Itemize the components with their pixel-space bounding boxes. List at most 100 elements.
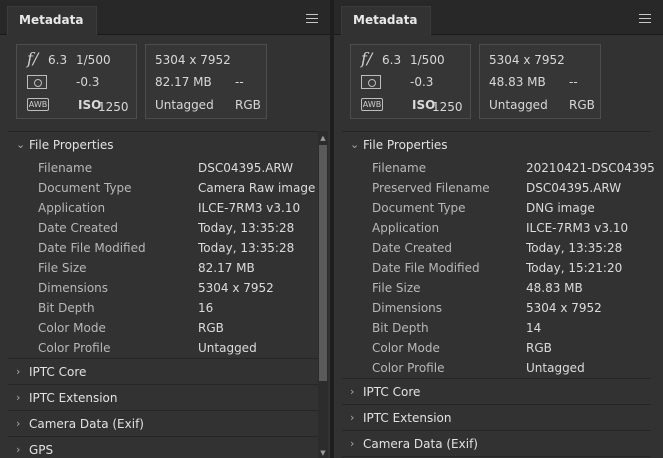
chevron-right-icon: › xyxy=(350,411,355,424)
section-title: GPS xyxy=(29,443,54,457)
section-title: Camera Data (Exif) xyxy=(363,437,478,451)
section-title: IPTC Core xyxy=(363,385,421,399)
property-value: RGB xyxy=(198,321,224,335)
property-label: File Size xyxy=(372,281,421,295)
property-label: Color Mode xyxy=(372,341,440,355)
property-value: RGB xyxy=(526,341,552,355)
profile-tag-status: Untagged xyxy=(155,98,214,112)
property-value: ILCE-7RM3 v3.10 xyxy=(526,221,629,235)
property-value: Untagged xyxy=(198,341,257,355)
vertical-scrollbar[interactable]: ▲ ▼ xyxy=(318,131,328,458)
section-file-properties[interactable]: ⌄ File Properties xyxy=(342,132,651,158)
section-iptc-extension[interactable]: › IPTC Extension xyxy=(342,405,651,431)
property-label: Bit Depth xyxy=(38,301,95,315)
property-row: Document Type Camera Raw image xyxy=(8,178,318,198)
camera-settings-box: f/ 6.3 1/500 -0.3 AWB ISO 1250 xyxy=(350,44,471,119)
color-mode-value: RGB xyxy=(569,98,595,112)
metadata-panel-left: Metadata f/ 6.3 1/500 -0.3 AWB ISO 1250 … xyxy=(0,0,330,458)
property-label: Preserved Filename xyxy=(372,181,490,195)
image-dimensions: 5304 x 7952 xyxy=(489,53,565,67)
property-value: DSC04395.ARW xyxy=(526,181,622,195)
section-title: File Properties xyxy=(29,138,114,152)
shutter-speed: 1/500 xyxy=(76,53,111,67)
panel-menu-icon[interactable] xyxy=(639,14,651,23)
image-file-size: 48.83 MB xyxy=(489,75,546,89)
chevron-down-icon: ⌄ xyxy=(16,138,26,151)
scroll-up-icon[interactable]: ▲ xyxy=(318,133,328,143)
chevron-right-icon: › xyxy=(16,443,21,456)
property-label: Date File Modified xyxy=(372,261,480,275)
section-iptc-core[interactable]: › IPTC Core xyxy=(8,359,318,385)
aperture-icon: f/ xyxy=(27,49,39,68)
panel-header: Metadata xyxy=(0,0,330,35)
property-label: Bit Depth xyxy=(372,321,429,335)
property-row: Color Profile Untagged xyxy=(8,338,318,358)
section-iptc-core[interactable]: › IPTC Core xyxy=(342,379,651,405)
property-row: Dimensions 5304 x 7952 xyxy=(8,278,318,298)
property-label: Application xyxy=(38,201,106,215)
panel-menu-icon[interactable] xyxy=(306,14,318,23)
file-info-box: 5304 x 7952 48.83 MB -- Untagged RGB xyxy=(479,44,601,119)
property-label: Document Type xyxy=(38,181,132,195)
section-iptc-extension[interactable]: › IPTC Extension xyxy=(8,385,318,411)
property-label: Dimensions xyxy=(38,281,109,295)
property-value: 14 xyxy=(526,321,542,335)
metadata-panel-right: Metadata f/ 6.3 1/500 -0.3 AWB ISO 1250 … xyxy=(334,0,663,458)
property-value: 5304 x 7952 xyxy=(526,301,602,315)
metadata-content: ⌄ File Properties Filename 20210421-DSC04… xyxy=(342,131,655,458)
aperture-value: 6.3 xyxy=(48,53,68,67)
section-file-properties[interactable]: ⌄ File Properties xyxy=(8,132,318,158)
property-row: Bit Depth 14 xyxy=(342,318,651,338)
property-value: 48.83 MB xyxy=(526,281,583,295)
metadata-content: ⌄ File Properties Filename DSC04395.ARW D… xyxy=(8,131,318,458)
property-label: Color Profile xyxy=(372,361,445,375)
property-label: Date Created xyxy=(372,241,452,255)
property-row: Preserved Filename DSC04395.ARW xyxy=(342,178,651,198)
property-row: Color Mode RGB xyxy=(8,318,318,338)
property-label: Dimensions xyxy=(372,301,443,315)
property-value: Today, 13:35:28 xyxy=(198,241,295,255)
metering-icon xyxy=(27,75,47,89)
section-camera-data[interactable]: › Camera Data (Exif) xyxy=(8,411,318,437)
iso-value: 1250 xyxy=(432,100,463,114)
property-value: DNG image xyxy=(526,201,595,215)
property-row: Bit Depth 16 xyxy=(8,298,318,318)
property-value: 5304 x 7952 xyxy=(198,281,274,295)
exposure-compensation: -0.3 xyxy=(410,75,434,89)
white-balance-icon: AWB xyxy=(27,98,49,111)
section-title: Camera Data (Exif) xyxy=(29,417,144,431)
property-label: Application xyxy=(372,221,440,235)
property-label: Filename xyxy=(372,161,427,175)
property-row: Date File Modified Today, 15:21:20 xyxy=(342,258,651,278)
property-label: Document Type xyxy=(372,201,466,215)
panel-header: Metadata xyxy=(334,0,663,35)
shutter-speed: 1/500 xyxy=(410,53,445,67)
white-balance-icon: AWB xyxy=(361,98,383,111)
chevron-right-icon: › xyxy=(16,417,21,430)
property-label: Date Created xyxy=(38,221,118,235)
property-row: Date File Modified Today, 13:35:28 xyxy=(8,238,318,258)
property-value: Today, 13:35:28 xyxy=(198,221,295,235)
file-info-box: 5304 x 7952 82.17 MB -- Untagged RGB xyxy=(145,44,267,119)
scroll-down-icon[interactable]: ▼ xyxy=(318,448,328,458)
property-row: Document Type DNG image xyxy=(342,198,651,218)
extra-value: -- xyxy=(235,75,244,89)
property-value: Camera Raw image xyxy=(198,181,316,195)
property-row: Date Created Today, 13:35:28 xyxy=(8,218,318,238)
image-file-size: 82.17 MB xyxy=(155,75,212,89)
aperture-icon: f/ xyxy=(361,49,373,68)
property-value: Untagged xyxy=(526,361,585,375)
tab-metadata[interactable]: Metadata xyxy=(7,6,97,35)
property-row: Color Profile Untagged xyxy=(342,358,651,378)
property-row: Color Mode RGB xyxy=(342,338,651,358)
extra-value: -- xyxy=(569,75,578,89)
tab-metadata[interactable]: Metadata xyxy=(341,6,431,35)
chevron-right-icon: › xyxy=(16,365,21,378)
chevron-right-icon: › xyxy=(16,391,21,404)
scrollbar-thumb[interactable] xyxy=(319,145,327,381)
section-camera-data[interactable]: › Camera Data (Exif) xyxy=(342,431,651,457)
metering-icon xyxy=(361,75,381,89)
section-gps[interactable]: › GPS xyxy=(8,437,318,458)
property-value: 16 xyxy=(198,301,214,315)
aperture-value: 6.3 xyxy=(382,53,402,67)
